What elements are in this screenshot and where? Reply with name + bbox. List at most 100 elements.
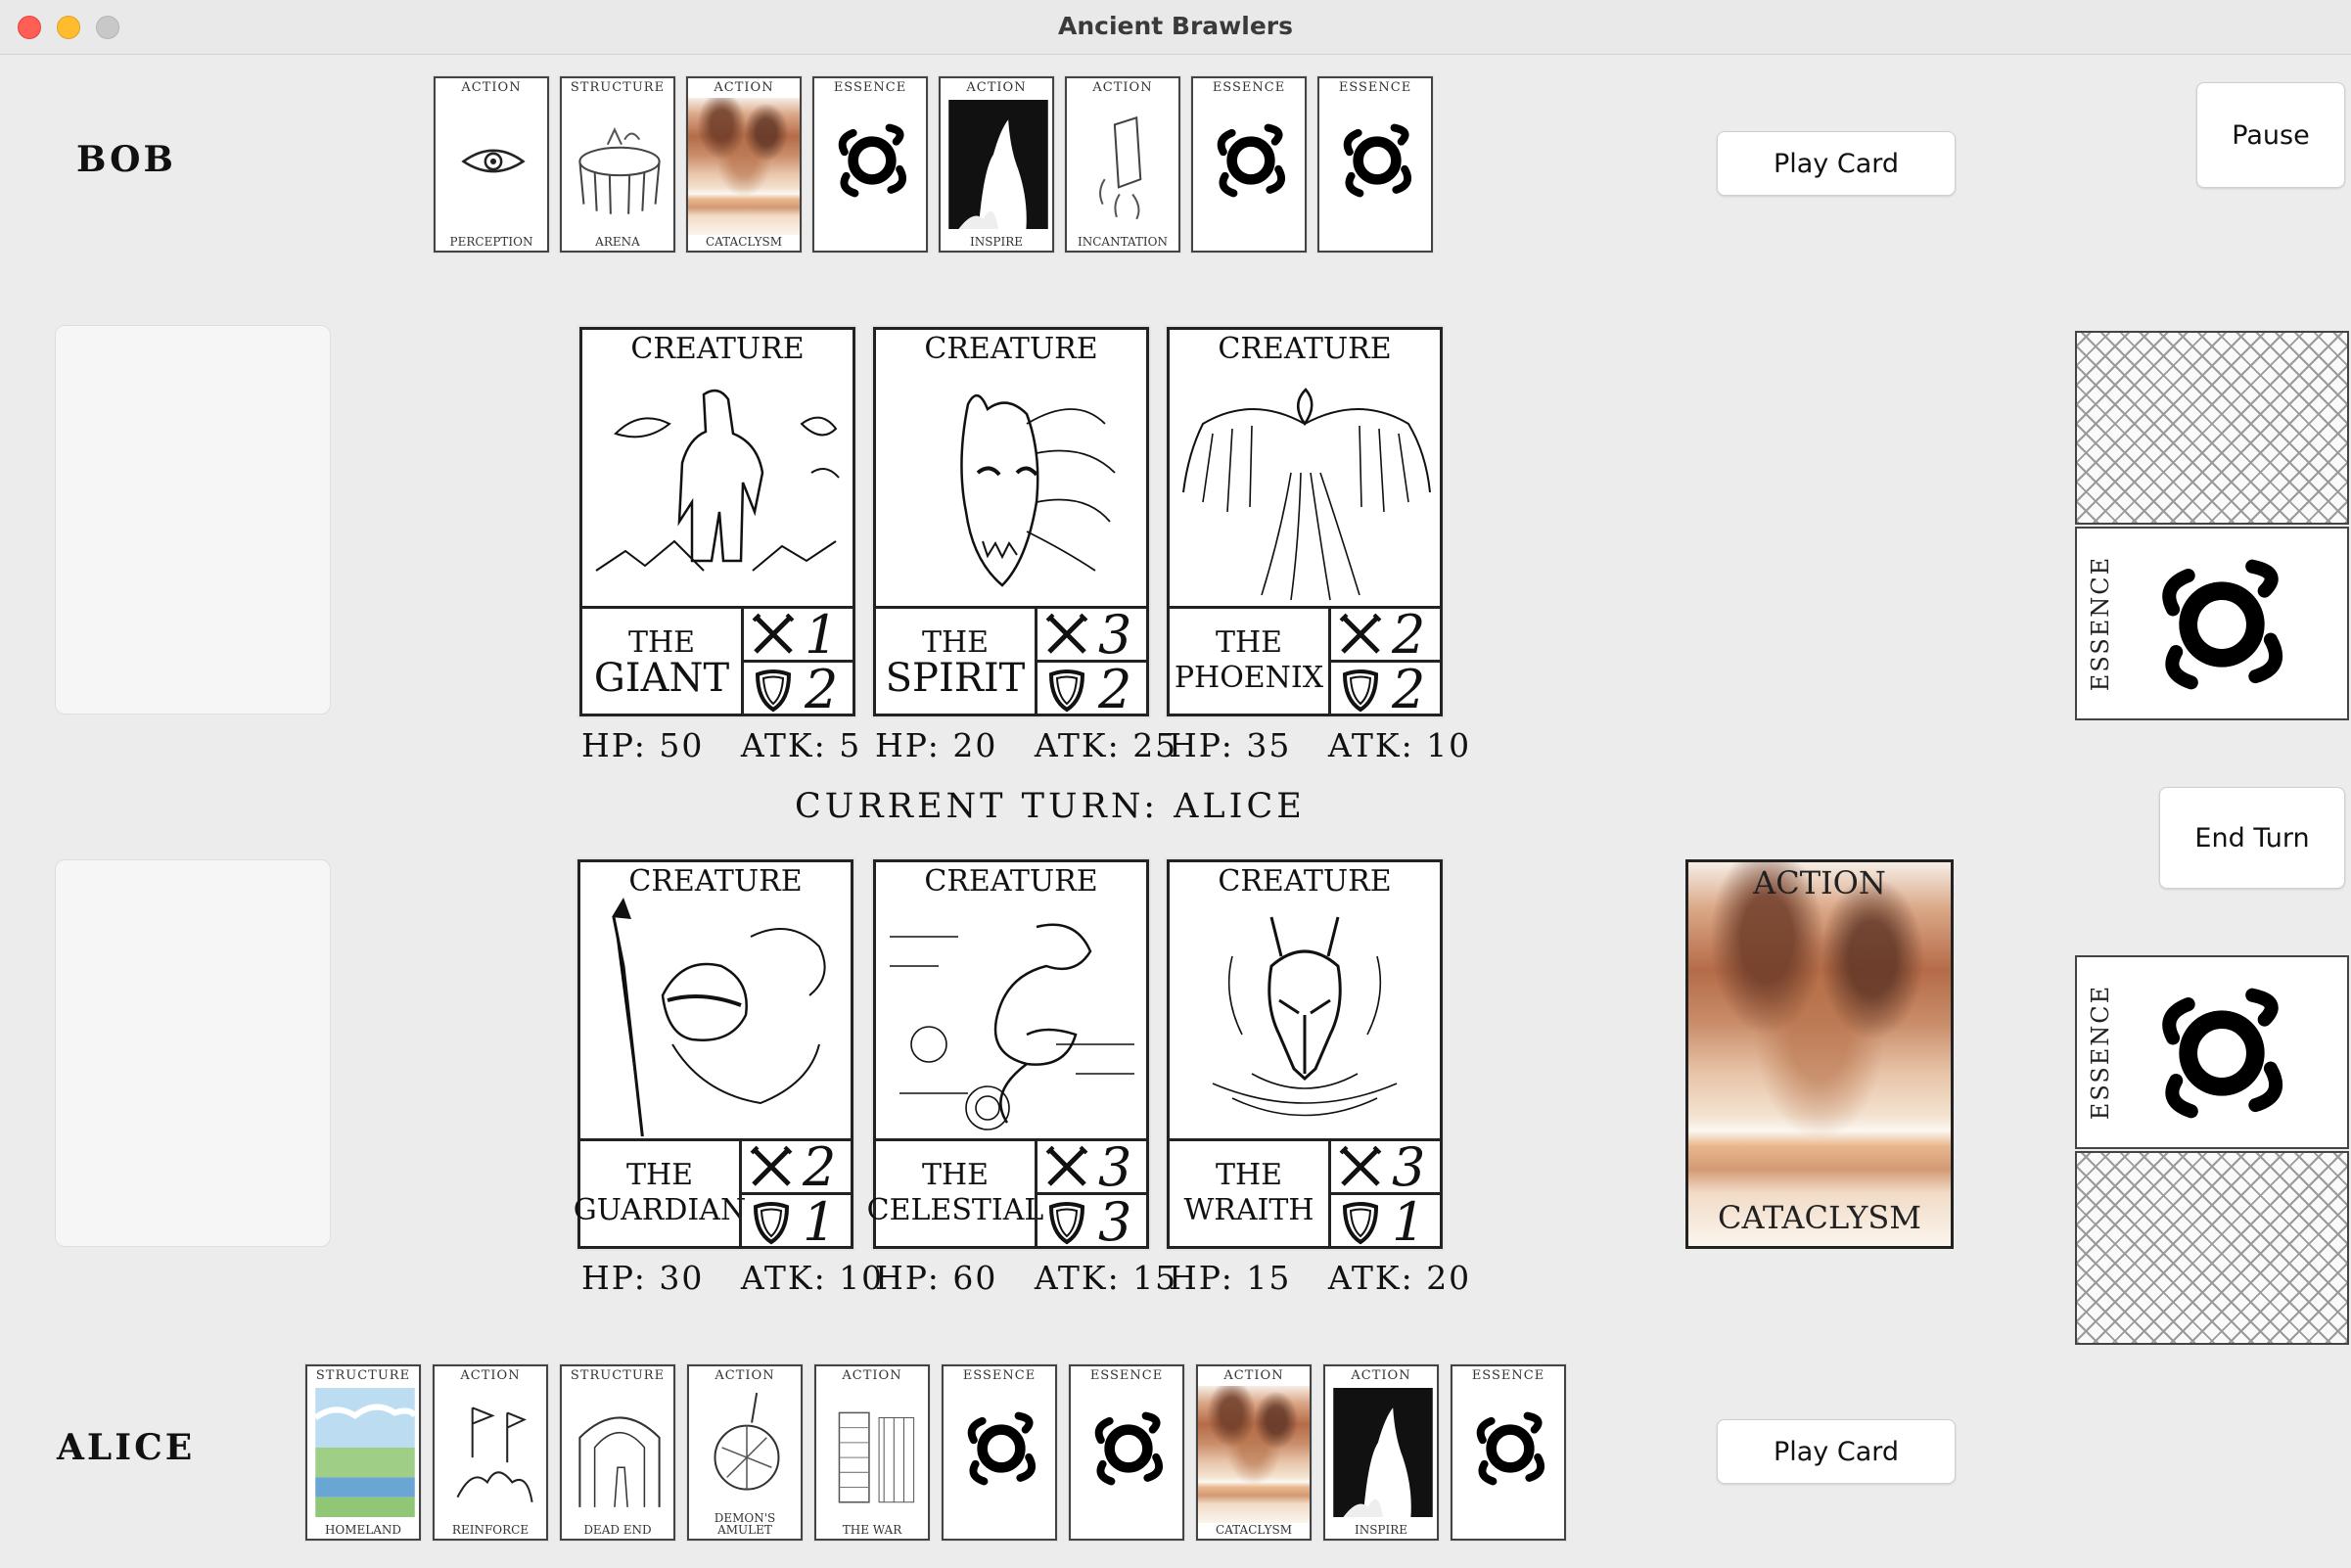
crossed-swords-icon [1339, 613, 1382, 654]
cataclysm-icon [1198, 1386, 1310, 1523]
creature-info: THE GUARDIAN 2 1 [574, 1135, 853, 1253]
player-essence-pile[interactable]: ESSENCE [2075, 955, 2349, 1149]
creature-card-giant[interactable]: CREATURE THE GIANT 1 2 [579, 327, 855, 720]
creature-name: SPIRIT [885, 656, 1026, 701]
card-name-label: INSPIRE [969, 235, 1024, 249]
hand-card[interactable]: ESSENCE [812, 76, 928, 253]
hand-card[interactable]: ACTION INSPIRE [939, 76, 1054, 253]
creature-card-phoenix[interactable]: CREATURE THE PHOENIX 2 2 [1167, 327, 1443, 720]
hand-card[interactable]: STRUCTURE DEAD END [560, 1364, 675, 1541]
guardian-stats-line: HP: 30 ATK: 10 [581, 1259, 885, 1297]
hand-card[interactable]: ACTION INCANTATION [1065, 76, 1180, 253]
creature-article: THE [625, 1158, 694, 1192]
inspire-icon [948, 100, 1048, 229]
card-type-label: ESSENCE [1471, 1368, 1545, 1383]
shield-icon [1048, 1201, 1085, 1244]
defense-stat: 2 [805, 659, 839, 720]
creature-name: GIANT [593, 656, 730, 701]
card-type-label: STRUCTURE [570, 80, 666, 95]
spirit-stats-line: HP: 20 ATK: 25 [875, 726, 1178, 764]
celestial-art [890, 923, 1134, 1130]
card-name-label: DEAD END [583, 1523, 652, 1537]
card-name-label: INCANTATION [1077, 235, 1169, 249]
creature-name: PHOENIX [1174, 661, 1324, 695]
player-deck[interactable] [2075, 1151, 2349, 1345]
guardian-art [612, 898, 826, 1136]
card-type-label: CREATURE [630, 332, 805, 366]
essence-icon [2162, 988, 2283, 1119]
attack-stat: 2 [803, 1135, 837, 1198]
hand-card[interactable]: ACTION CATACLYSM [686, 76, 802, 253]
eye-icon [461, 149, 526, 173]
spirit-art [960, 394, 1116, 587]
creature-card-spirit[interactable]: CREATURE THE SPIRIT 3 2 [873, 327, 1149, 720]
defense-stat: 2 [1098, 659, 1132, 720]
card-type-label: ACTION [460, 1368, 521, 1383]
shield-icon [1048, 669, 1085, 712]
hand-card[interactable]: STRUCTURE ARENA [560, 76, 675, 253]
hand-card[interactable]: ACTION THE WAR [814, 1364, 930, 1541]
creature-card-celestial[interactable]: CREATURE THE CELESTIAL 3 3 [867, 859, 1149, 1253]
crossed-swords-icon [750, 1145, 793, 1186]
title-bar: Ancient Brawlers [0, 0, 2351, 55]
card-name-label: INSPIRE [1354, 1523, 1408, 1537]
hand-card[interactable]: ESSENCE [1317, 76, 1433, 253]
creature-info: THE GIANT 1 2 [582, 603, 855, 720]
card-name-label: REINFORCE [451, 1523, 530, 1537]
pause-button[interactable]: Pause [2196, 82, 2345, 188]
card-name-label: CATACLYSM [1215, 1523, 1293, 1537]
crossed-swords-icon [1045, 613, 1088, 654]
opponent-essence-pile[interactable]: ESSENCE [2075, 527, 2349, 720]
card-type-label: STRUCTURE [570, 1368, 666, 1383]
creature-info: THE SPIRIT 3 2 [876, 604, 1149, 720]
end-turn-button[interactable]: End Turn [2159, 787, 2345, 889]
played-action-card[interactable]: ACTION CATACLYSM [1685, 859, 1954, 1249]
card-type-label: CREATURE [924, 864, 1098, 899]
phoenix-art [1182, 388, 1431, 601]
essence-icon [1476, 1411, 1545, 1486]
card-type-label: ESSENCE [2087, 984, 2115, 1121]
hand-card[interactable]: ESSENCE [1451, 1364, 1566, 1541]
celestial-stats-line: HP: 60 ATK: 15 [875, 1259, 1178, 1297]
shield-icon [753, 1201, 790, 1244]
attack-stat: 1 [805, 603, 839, 666]
card-name-label: DEMON'S AMULET [714, 1511, 776, 1537]
giant-stats-line: HP: 50 ATK: 5 [581, 726, 862, 764]
player-structure-slot [55, 859, 331, 1247]
hand-card[interactable]: ACTION INSPIRE [1323, 1364, 1439, 1541]
hand-card[interactable]: STRUCTURE HOMELAND [305, 1364, 421, 1541]
card-type-label: ACTION [1351, 1368, 1411, 1383]
creature-info: THE PHOENIX 2 2 [1170, 603, 1443, 720]
card-type-label: CREATURE [1218, 864, 1392, 899]
opponent-deck[interactable] [2075, 331, 2349, 525]
giant-art [595, 389, 840, 572]
hand-card[interactable]: ACTION PERCEPTION [434, 76, 549, 253]
shield-icon [755, 669, 792, 712]
homeland-icon [315, 1388, 415, 1517]
card-name-label: THE WAR [842, 1523, 902, 1537]
essence-icon [1217, 123, 1286, 198]
card-name-label: PERCEPTION [449, 235, 533, 249]
card-type-label: ESSENCE [2087, 555, 2115, 692]
player-play-card-button[interactable]: Play Card [1717, 1419, 1956, 1484]
creature-card-guardian[interactable]: CREATURE THE GUARDIAN 2 1 [574, 859, 853, 1253]
card-type-label: ESSENCE [962, 1368, 1037, 1383]
attack-stat: 2 [1392, 603, 1426, 666]
card-name-label: CATACLYSM [705, 235, 783, 249]
creature-article: THE [627, 625, 696, 660]
hand-card[interactable]: ESSENCE [1191, 76, 1307, 253]
card-type-label: ACTION [715, 1368, 775, 1383]
hand-card[interactable]: ACTION CATACLYSM [1196, 1364, 1312, 1541]
hand-card[interactable]: ESSENCE [1069, 1364, 1184, 1541]
card-type-label: ACTION [842, 1368, 902, 1383]
hand-card[interactable]: ACTION DEMON'S AMULET [687, 1364, 803, 1541]
hand-card[interactable]: ESSENCE [942, 1364, 1057, 1541]
reinforce-icon [456, 1407, 533, 1502]
hand-card[interactable]: ACTION REINFORCE [433, 1364, 548, 1541]
card-type-label: ACTION [966, 80, 1027, 95]
card-type-label: ESSENCE [833, 80, 907, 95]
arena-icon [578, 127, 661, 214]
creature-card-wraith[interactable]: CREATURE THE WRAITH 3 1 [1167, 859, 1443, 1253]
creature-name: CELESTIAL [866, 1193, 1044, 1227]
opponent-play-card-button[interactable]: Play Card [1717, 131, 1956, 196]
